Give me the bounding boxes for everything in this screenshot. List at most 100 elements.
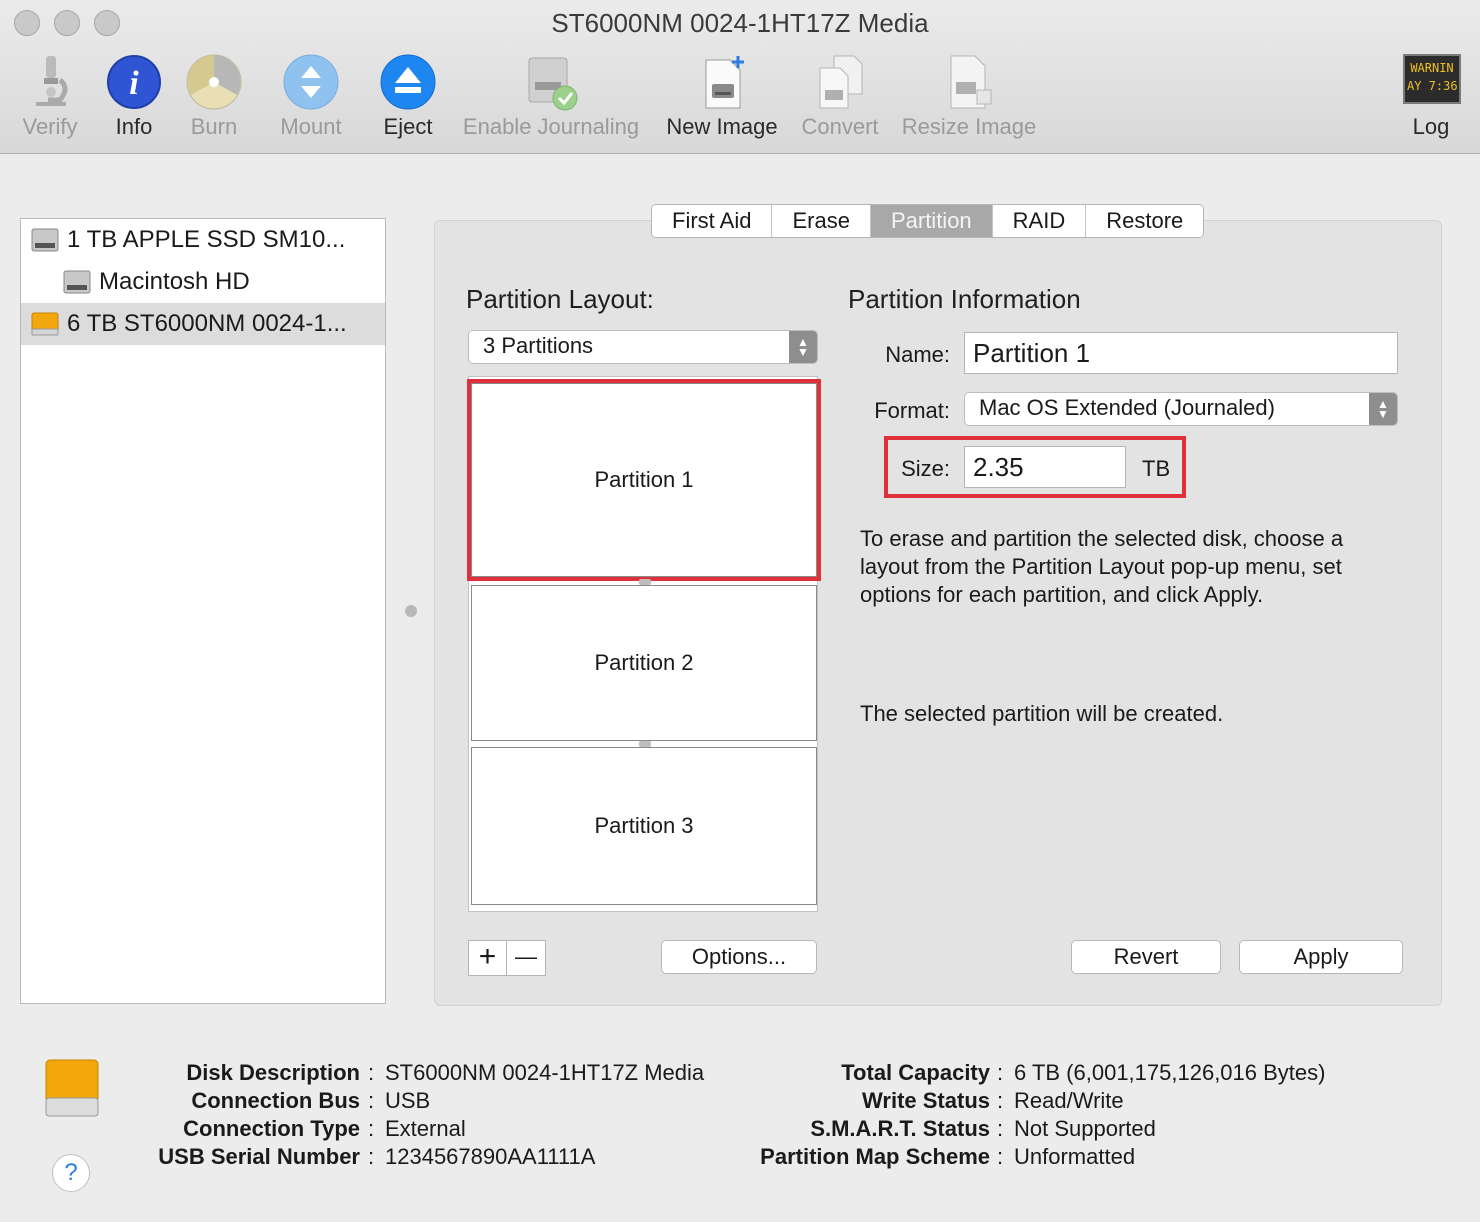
- new-image-label: New Image: [666, 114, 778, 139]
- partition-block-label: Partition 3: [594, 813, 694, 838]
- eject-icon: [380, 54, 436, 110]
- window-toolbar: ST6000NM 0024-1HT17Z Media Verify i Info…: [0, 0, 1480, 154]
- volume-item-label: Macintosh HD: [99, 268, 250, 295]
- partition-block-1[interactable]: Partition 1: [467, 379, 821, 581]
- volume-icon: [63, 270, 91, 294]
- burn-button[interactable]: Burn: [174, 48, 254, 148]
- name-label: Name:: [885, 342, 950, 367]
- info-value: USB: [385, 1088, 431, 1113]
- popup-chevron-icon: ▲ ▼: [1369, 393, 1397, 425]
- disk-item-label: 1 TB APPLE SSD SM10...: [67, 226, 346, 253]
- partition-status-text: The selected partition will be created.: [860, 701, 1224, 726]
- format-value: Mac OS Extended (Journaled): [979, 395, 1275, 420]
- tab-restore[interactable]: Restore: [1086, 205, 1204, 237]
- info-value: 6 TB (6,001,175,126,016 Bytes): [1014, 1060, 1326, 1085]
- info-key: Disk Description: [186, 1060, 360, 1085]
- partition-layout-popup[interactable]: 3 Partitions ▲ ▼: [468, 330, 818, 364]
- info-separator: :: [997, 1116, 1004, 1141]
- info-key: Connection Bus: [191, 1088, 360, 1113]
- resize-image-label: Resize Image: [901, 114, 1037, 139]
- format-label: Format:: [874, 398, 950, 423]
- verify-button[interactable]: Verify: [10, 48, 90, 148]
- resize-image-icon: [950, 55, 992, 109]
- add-partition-button[interactable]: +: [469, 941, 507, 975]
- burn-icon: [186, 54, 242, 110]
- partition-block-2[interactable]: Partition 2: [471, 585, 817, 741]
- info-separator: :: [368, 1144, 375, 1169]
- tab-bar: First Aid Erase Partition RAID Restore: [651, 204, 1205, 238]
- partition-name-field[interactable]: Partition 1: [964, 332, 1398, 374]
- info-button[interactable]: i Info: [94, 48, 174, 148]
- eject-button[interactable]: Eject: [368, 48, 448, 148]
- info-key: S.M.A.R.T. Status: [810, 1116, 990, 1141]
- log-console-line2: AY 7:36: [1407, 79, 1458, 93]
- partition-block-3[interactable]: Partition 3: [471, 747, 817, 905]
- verify-label: Verify: [22, 114, 78, 139]
- add-remove-control: + —: [468, 940, 546, 976]
- new-image-button[interactable]: New Image: [660, 48, 784, 148]
- tab-partition[interactable]: Partition: [870, 205, 993, 237]
- tab-erase[interactable]: Erase: [772, 205, 871, 237]
- partition-map: Partition 1 Partition 2 Partition 3: [467, 376, 821, 912]
- new-image-icon: [705, 56, 744, 109]
- info-label: Info: [115, 114, 153, 139]
- info-key: USB Serial Number: [158, 1144, 360, 1169]
- log-label: Log: [1412, 114, 1450, 139]
- disk-item-st6000nm[interactable]: 6 TB ST6000NM 0024-1...: [21, 303, 385, 345]
- help-line: options for each partition, and click Ap…: [860, 582, 1264, 607]
- info-separator: :: [997, 1088, 1004, 1113]
- mount-button[interactable]: Mount: [268, 48, 354, 148]
- external-drive-icon: [31, 312, 59, 336]
- partition-layout-value: 3 Partitions: [483, 333, 594, 358]
- info-separator: :: [997, 1060, 1004, 1085]
- info-value: 1234567890AA1111A: [385, 1144, 596, 1169]
- volume-item-macintosh-hd[interactable]: Macintosh HD: [21, 261, 385, 303]
- disk-item-label: 6 TB ST6000NM 0024-1...: [67, 310, 347, 337]
- partition-information-title: Partition Information: [848, 284, 1081, 314]
- info-key: Partition Map Scheme: [760, 1144, 990, 1169]
- help-line: layout from the Partition Layout pop-up …: [860, 554, 1342, 579]
- info-value: Not Supported: [1014, 1116, 1156, 1141]
- svg-text:i: i: [129, 65, 139, 102]
- partition-block-label: Partition 1: [594, 467, 694, 492]
- internal-drive-icon: [31, 228, 59, 252]
- disk-item-apple-ssd[interactable]: 1 TB APPLE SSD SM10...: [21, 219, 385, 261]
- format-popup[interactable]: Mac OS Extended (Journaled) ▲ ▼: [964, 392, 1398, 426]
- log-console-icon: WARNIN AY 7:36: [1403, 54, 1461, 104]
- info-key: Total Capacity: [841, 1060, 990, 1085]
- apply-button[interactable]: Apply: [1239, 940, 1403, 974]
- convert-icon: [819, 55, 863, 109]
- tab-raid[interactable]: RAID: [992, 205, 1087, 237]
- info-separator: :: [997, 1144, 1004, 1169]
- log-button[interactable]: WARNIN AY 7:36 Log: [1396, 48, 1466, 148]
- convert-label: Convert: [801, 114, 879, 139]
- disk-list[interactable]: 1 TB APPLE SSD SM10... Macintosh HD 6 TB…: [20, 218, 386, 1004]
- partition-size-field[interactable]: 2.35: [964, 446, 1126, 488]
- info-value: External: [385, 1116, 466, 1141]
- info-value: ST6000NM 0024-1HT17Z Media: [385, 1060, 705, 1085]
- partition-help-text: To erase and partition the selected disk…: [860, 525, 1420, 609]
- burn-label: Burn: [190, 114, 238, 139]
- mount-icon: [283, 54, 339, 110]
- log-console-line1: WARNIN: [1410, 61, 1454, 75]
- split-view-handle[interactable]: [405, 605, 417, 617]
- info-value: Read/Write: [1014, 1088, 1124, 1113]
- resize-image-button[interactable]: Resize Image: [896, 48, 1042, 148]
- help-button[interactable]: ?: [52, 1154, 90, 1192]
- enable-journaling-button[interactable]: Enable Journaling: [454, 48, 648, 148]
- convert-button[interactable]: Convert: [796, 48, 884, 148]
- tab-first-aid[interactable]: First Aid: [652, 205, 773, 237]
- options-button[interactable]: Options...: [661, 940, 817, 974]
- size-unit-label: TB: [1142, 456, 1171, 481]
- eject-label: Eject: [383, 114, 433, 139]
- external-drive-icon: [45, 1059, 99, 1117]
- remove-partition-button[interactable]: —: [507, 941, 545, 975]
- info-separator: :: [368, 1088, 375, 1113]
- revert-button[interactable]: Revert: [1071, 940, 1221, 974]
- info-separator: :: [368, 1060, 375, 1085]
- size-label: Size:: [901, 456, 950, 481]
- info-icon: i: [107, 55, 161, 109]
- microscope-icon: [36, 56, 68, 106]
- enable-journaling-icon: [528, 57, 578, 111]
- enable-journaling-label: Enable Journaling: [462, 114, 640, 139]
